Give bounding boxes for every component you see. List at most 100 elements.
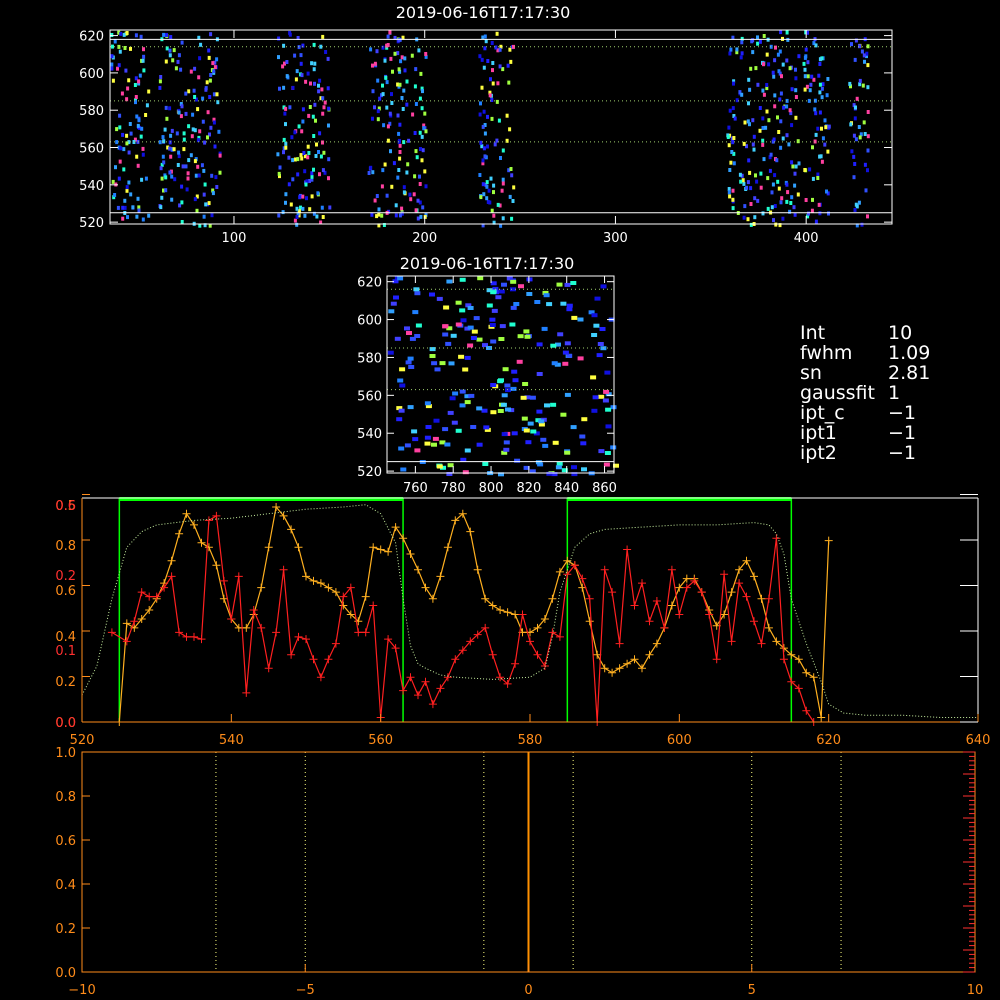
heatmap-pixel [785,199,789,204]
heatmap-pixel [824,125,828,130]
heatmap-pixel [414,149,418,154]
heatmap-pixel [423,169,427,174]
heatmap-pixel [303,213,307,218]
heatmap-pixel [863,132,867,136]
heatmap-pixel [481,182,485,187]
heatmap-pixel [316,191,320,196]
x-tick-label: 300 [603,231,628,246]
heatmap-pixel [318,172,321,177]
series-red-point [720,570,729,579]
heatmap-pixel [405,360,412,365]
series-red-point [316,673,325,682]
heatmap-pixel [451,420,458,425]
y-tick-label: 540 [357,427,382,442]
heatmap-pixel [813,107,817,112]
y-tick-label: 620 [357,276,382,291]
heatmap-pixel [769,152,773,157]
heatmap-pixel [436,464,443,469]
stat-row: ipt2 −1 [800,442,916,464]
heatmap-pixel [202,168,206,173]
heatmap-pixel [604,370,611,375]
heatmap-pixel [490,383,497,387]
heatmap-pixel [424,401,431,406]
heatmap-pixel [820,95,824,100]
heatmap-pixel [442,427,449,432]
heatmap-pixel [389,149,392,154]
heatmap-pixel [852,133,856,138]
heatmap-pixel [571,315,578,320]
heatmap-pixel [398,122,402,127]
x-tick-label: 640 [966,733,991,748]
heatmap-pixel [864,188,868,193]
heatmap-pixel [322,105,326,110]
heatmap-pixel [138,73,142,78]
heatmap-pixel [179,114,183,119]
y-tick-label-orange: 0.8 [55,539,76,554]
series-red-point [518,610,527,619]
heatmap-pixel [397,168,401,172]
heatmap-pixel [756,41,760,46]
heatmap-pixel [412,437,419,442]
heatmap-pixel [786,37,790,42]
heatmap-pixel [511,369,518,374]
heatmap-pixel [779,200,783,205]
heatmap-pixel [405,79,409,84]
heatmap-pixel [295,215,299,219]
series-orange-point [548,594,557,603]
heatmap-pixel [604,451,611,455]
heatmap-pixel [513,302,520,306]
series-orange-point [600,664,609,673]
heatmap-pixel [110,62,114,67]
heatmap-pixel [747,77,751,82]
heatmap-pixel [193,159,197,164]
heatmap-pixel [467,306,474,310]
heatmap-pixel [570,425,577,430]
heatmap-pixel [759,185,763,190]
heatmap-pixel [147,89,151,94]
heatmap-pixel [175,131,179,136]
heatmap-pixel [790,195,794,200]
heatmap-pixel [380,213,384,218]
heatmap-pixel [310,174,314,179]
heatmap-pixel [425,425,432,429]
heatmap-pixel [497,409,504,413]
heatmap-pixel [459,389,466,394]
heatmap-pixel [779,30,783,35]
heatmap-pixel [310,61,314,66]
heatmap-pixel [732,136,736,140]
heatmap-pixel [543,293,550,298]
y-tick-label: 0.0 [55,966,76,981]
heatmap-pixel [728,168,732,172]
heatmap-pixel [446,279,453,284]
heatmap-pixel [215,57,219,62]
series-red-point [287,650,296,659]
heatmap-pixel [384,75,388,80]
heatmap-pixel [141,58,145,63]
stat-value: 10 [888,322,913,344]
heatmap-pixel [139,134,143,139]
stat-row: ipt1 −1 [800,422,916,444]
heatmap-pixel [773,93,777,98]
heatmap-pixel [747,158,751,163]
heatmap-pixel [743,204,747,209]
heatmap-pixel [129,46,132,51]
heatmap-pixel [750,39,754,44]
heatmap-pixel [125,31,129,35]
series-red-point [122,637,131,646]
heatmap-pixel [406,162,410,167]
heatmap-pixel [293,218,297,223]
series-orange-point [473,565,482,574]
heatmap-pixel [481,124,485,129]
heatmap-pixel [284,192,288,197]
heatmap-pixel [858,78,862,83]
heatmap-pixel [129,131,133,136]
heatmap-pixel [858,44,861,49]
heatmap-pixel [116,66,119,71]
heatmap-pixel [375,214,379,219]
heatmap-pixel [301,107,305,112]
heatmap-pixel [118,159,122,164]
heatmap-pixel [488,93,492,98]
heatmap-pixel [413,174,417,179]
heatmap-pixel [198,56,202,61]
top-heatmap-panel: 100 200 300 400 520 540 560 580 600 620 [79,29,893,246]
